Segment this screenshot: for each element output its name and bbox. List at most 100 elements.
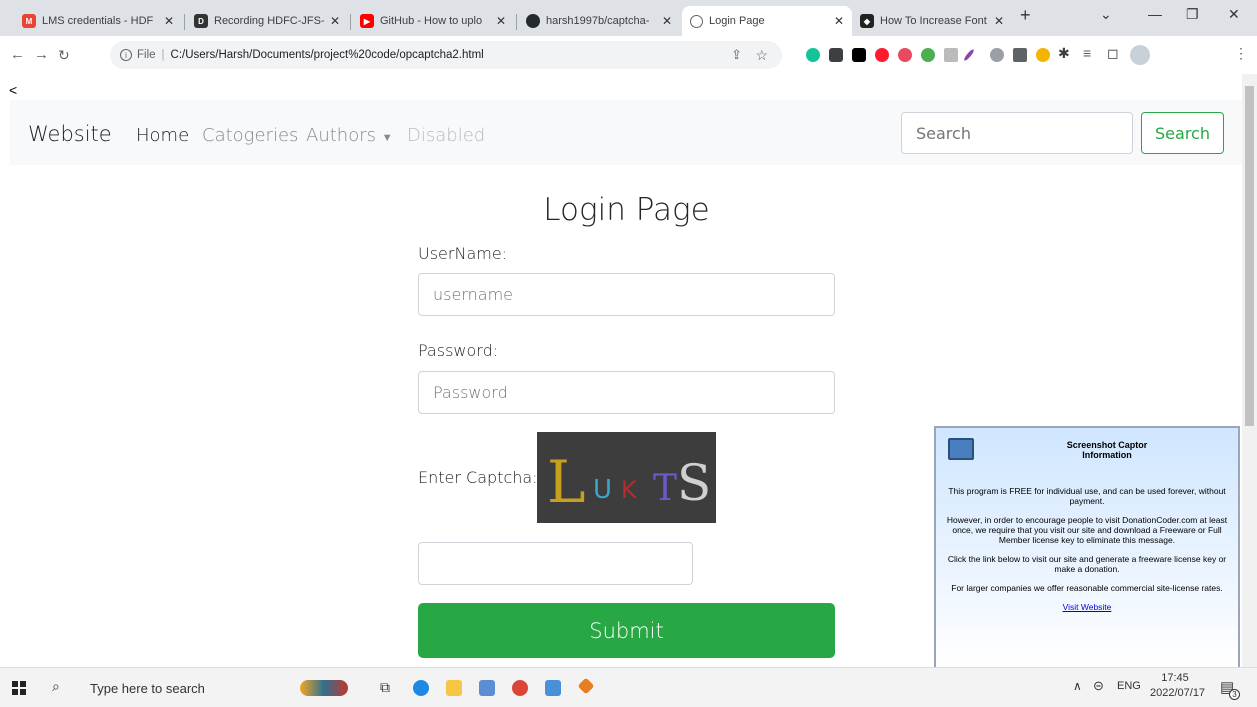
captcha-input[interactable] [418, 542, 693, 585]
edge-icon[interactable] [413, 680, 429, 696]
svg-text:T: T [653, 468, 677, 509]
news-widget-icon[interactable] [300, 680, 348, 696]
captor-paragraph: This program is FREE for individual use,… [948, 486, 1226, 506]
tab-login-page[interactable]: Login Page ✕ [682, 6, 852, 36]
close-window-button[interactable]: ✕ [1228, 6, 1240, 23]
minimize-button[interactable]: — [1148, 6, 1162, 22]
close-icon[interactable]: ✕ [330, 14, 340, 28]
captor-paragraph: For larger companies we offer reasonable… [951, 583, 1223, 593]
svg-text:U: U [593, 475, 612, 505]
navbar-brand[interactable]: Website [28, 122, 112, 146]
scrollbar-thumb[interactable] [1245, 86, 1254, 426]
navbar-search-button[interactable]: Search [1141, 112, 1224, 154]
share-icon[interactable]: ⇪ [731, 47, 742, 63]
chevron-up-icon[interactable]: ∧ [1073, 679, 1082, 693]
pen-extension-icon[interactable] [962, 48, 976, 62]
extension-icon[interactable] [898, 48, 912, 62]
profile-avatar[interactable] [1130, 45, 1150, 65]
notification-badge: 3 [1229, 689, 1240, 700]
language-indicator[interactable]: ENG [1117, 680, 1141, 692]
close-icon[interactable]: ✕ [834, 14, 844, 28]
stackoverflow-icon: ◆ [860, 14, 874, 28]
nav-dropdown-authors[interactable]: Authors ▼ [306, 125, 393, 146]
captor-subtitle: Information [1082, 450, 1132, 460]
windows-start-icon[interactable] [12, 681, 26, 695]
captor-paragraph: Click the link below to visit our site a… [947, 554, 1227, 574]
svg-text:S: S [677, 454, 711, 512]
network-icon[interactable]: ⊝ [1093, 678, 1104, 694]
url-text: C:/Users/Harsh/Documents/project%20code/… [170, 49, 484, 61]
task-view-icon[interactable]: ⧉ [380, 679, 390, 696]
password-input[interactable]: Password [418, 371, 835, 414]
extension-icon[interactable] [921, 48, 935, 62]
new-tab-button[interactable]: + [1020, 5, 1031, 26]
nav-link-categories[interactable]: Catogeries [202, 125, 298, 146]
captcha-label: Enter Captcha: [418, 468, 538, 487]
taskbar-app-icon[interactable] [577, 677, 595, 695]
close-icon[interactable]: ✕ [496, 14, 506, 28]
browser-toolbar: ← → ↻ i File | C:/Users/Harsh/Documents/… [0, 36, 1257, 75]
captor-paragraph: However, in order to encourage people to… [946, 515, 1228, 545]
taskbar-app-icon[interactable] [479, 680, 495, 696]
extension-icon[interactable] [829, 48, 843, 62]
recording-icon: D [194, 14, 208, 28]
extension-icon[interactable] [944, 48, 958, 62]
captor-title: Screenshot Captor [1066, 440, 1148, 450]
globe-icon [690, 14, 703, 28]
search-icon: ⌕ [52, 678, 60, 694]
navbar: Website Home Catogeries Authors ▼ Disabl… [10, 100, 1242, 165]
monitor-icon [948, 438, 974, 460]
browser-tab-strip: M LMS credentials - HDF ✕ D Recording HD… [0, 0, 1257, 36]
submit-button[interactable]: Submit [418, 603, 835, 658]
captcha-image: L U K T S [537, 432, 716, 523]
username-input[interactable]: username [418, 273, 835, 316]
screenshot-captor-popup: Screenshot Captor Information This progr… [934, 426, 1240, 670]
forward-arrow-icon[interactable]: → [34, 46, 49, 63]
info-icon: i [120, 49, 132, 61]
windows-taskbar: ⌕ Type here to search ⧉ ∧ ⊝ ENG 17:45 20… [0, 667, 1257, 707]
bookmark-star-icon[interactable]: ☆ [755, 47, 768, 64]
svg-text:L: L [547, 448, 586, 516]
gmail-icon: M [22, 14, 36, 28]
tab-search-icon[interactable]: ⌄ [1100, 6, 1112, 23]
clock[interactable]: 17:45 2022/07/17 [1150, 671, 1205, 701]
caret-down-icon: ▼ [381, 131, 393, 144]
extension-icon[interactable] [1036, 48, 1050, 62]
back-arrow-icon[interactable]: ← [10, 46, 25, 63]
nav-link-disabled: Disabled [407, 125, 486, 146]
menu-kebab-icon[interactable]: ⋮ [1234, 45, 1248, 62]
side-panel-icon[interactable]: ◻ [1107, 45, 1119, 62]
restore-button[interactable]: ❐ [1186, 6, 1199, 23]
username-label: UserName: [418, 244, 508, 263]
close-icon[interactable]: ✕ [994, 14, 1004, 28]
svg-text:K: K [621, 476, 638, 504]
tab-recording[interactable]: D Recording HDFC-JFS-I ✕ [186, 6, 348, 36]
github-icon [526, 14, 540, 28]
grammarly-extension-icon[interactable] [806, 48, 820, 62]
tab-increase-font[interactable]: ◆ How To Increase Font ✕ [852, 6, 1012, 36]
file-explorer-icon[interactable] [446, 680, 462, 696]
address-bar[interactable]: i File | C:/Users/Harsh/Documents/projec… [110, 41, 782, 69]
extension-icon[interactable] [1013, 48, 1027, 62]
tab-lms-credentials[interactable]: M LMS credentials - HDF ✕ [14, 6, 182, 36]
chrome-icon[interactable] [512, 680, 528, 696]
reading-list-icon[interactable]: ≡ [1083, 45, 1091, 61]
tab-github-how-to-upload[interactable]: ▶ GitHub - How to uplo ✕ [352, 6, 514, 36]
navbar-search-input[interactable] [901, 112, 1133, 154]
youtube-icon: ▶ [360, 14, 374, 28]
page-title: Login Page [543, 192, 710, 228]
opera-extension-icon[interactable] [875, 48, 889, 62]
close-icon[interactable]: ✕ [662, 14, 672, 28]
reload-icon[interactable]: ↻ [58, 47, 70, 64]
taskbar-search-input[interactable]: Type here to search [90, 681, 205, 696]
extensions-puzzle-icon[interactable]: ✱ [1058, 45, 1070, 62]
visit-website-link[interactable]: Visit Website [944, 602, 1230, 612]
tab-github-captcha[interactable]: harsh1997b/captcha- ✕ [518, 6, 680, 36]
password-label: Password: [418, 341, 499, 360]
extension-icon[interactable] [990, 48, 1004, 62]
close-icon[interactable]: ✕ [164, 14, 174, 28]
back-link[interactable]: < [9, 82, 17, 98]
camera-extension-icon[interactable] [852, 48, 866, 62]
nav-link-home[interactable]: Home [136, 125, 189, 146]
taskbar-app-icon[interactable] [545, 680, 561, 696]
